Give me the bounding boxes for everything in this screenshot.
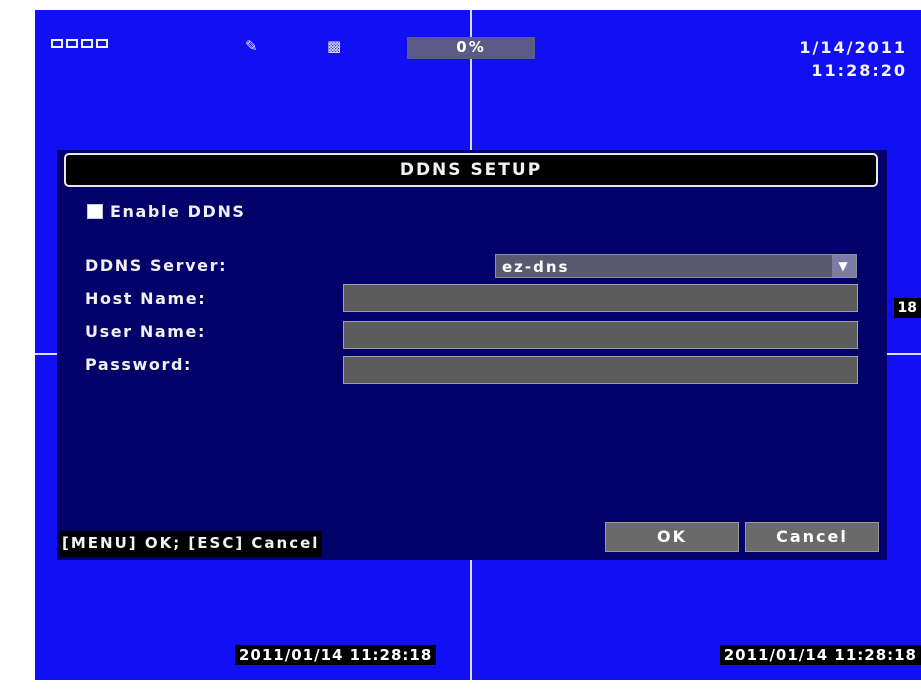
clock-time: 11:28:20 xyxy=(811,61,907,80)
enable-ddns-row[interactable]: Enable DDNS xyxy=(87,202,246,221)
system-clock: 1/14/2011 11:28:20 xyxy=(799,36,907,82)
clock-date: 1/14/2011 xyxy=(799,38,907,57)
host-name-input[interactable] xyxy=(343,284,858,312)
camera-timestamp-left: 2011/01/14 11:28:18 xyxy=(235,645,437,665)
ddns-setup-dialog: DDNS SETUP Enable DDNS DDNS Server: ez-d… xyxy=(57,150,887,560)
cancel-button[interactable]: Cancel xyxy=(745,522,879,552)
password-label: Password: xyxy=(85,355,193,374)
camera-screen: ✎ ▩ 0% 1/14/2011 11:28:20 18 DDNS SETUP … xyxy=(35,10,921,680)
dialog-title: DDNS SETUP xyxy=(64,153,878,187)
keyboard-hint: [MENU] OK; [ESC] Cancel xyxy=(59,531,323,557)
ddns-server-select[interactable]: ez-dns ▼ xyxy=(495,254,857,278)
channel-4-indicator xyxy=(96,39,108,48)
progress-bar: 0% xyxy=(407,37,535,59)
record-status-icon: ✎ xyxy=(245,37,258,55)
channel-indicators xyxy=(51,39,108,48)
password-input[interactable] xyxy=(343,356,858,384)
chevron-down-icon[interactable]: ▼ xyxy=(832,255,856,277)
edge-timestamp-fragment: 18 xyxy=(893,298,921,318)
enable-ddns-label: Enable DDNS xyxy=(110,202,246,221)
user-name-label: User Name: xyxy=(85,322,206,341)
channel-3-indicator xyxy=(81,39,93,48)
enable-ddns-checkbox[interactable] xyxy=(87,204,103,219)
ddns-server-label: DDNS Server: xyxy=(85,256,228,275)
progress-text: 0% xyxy=(456,38,486,56)
user-name-input[interactable] xyxy=(343,321,858,349)
network-status-icon: ▩ xyxy=(327,37,342,55)
channel-1-indicator xyxy=(51,39,63,48)
ddns-server-value: ez-dns xyxy=(502,258,570,276)
host-name-label: Host Name: xyxy=(85,289,207,308)
ok-button[interactable]: OK xyxy=(605,522,739,552)
camera-timestamp-right: 2011/01/14 11:28:18 xyxy=(719,645,921,665)
channel-2-indicator xyxy=(66,39,78,48)
